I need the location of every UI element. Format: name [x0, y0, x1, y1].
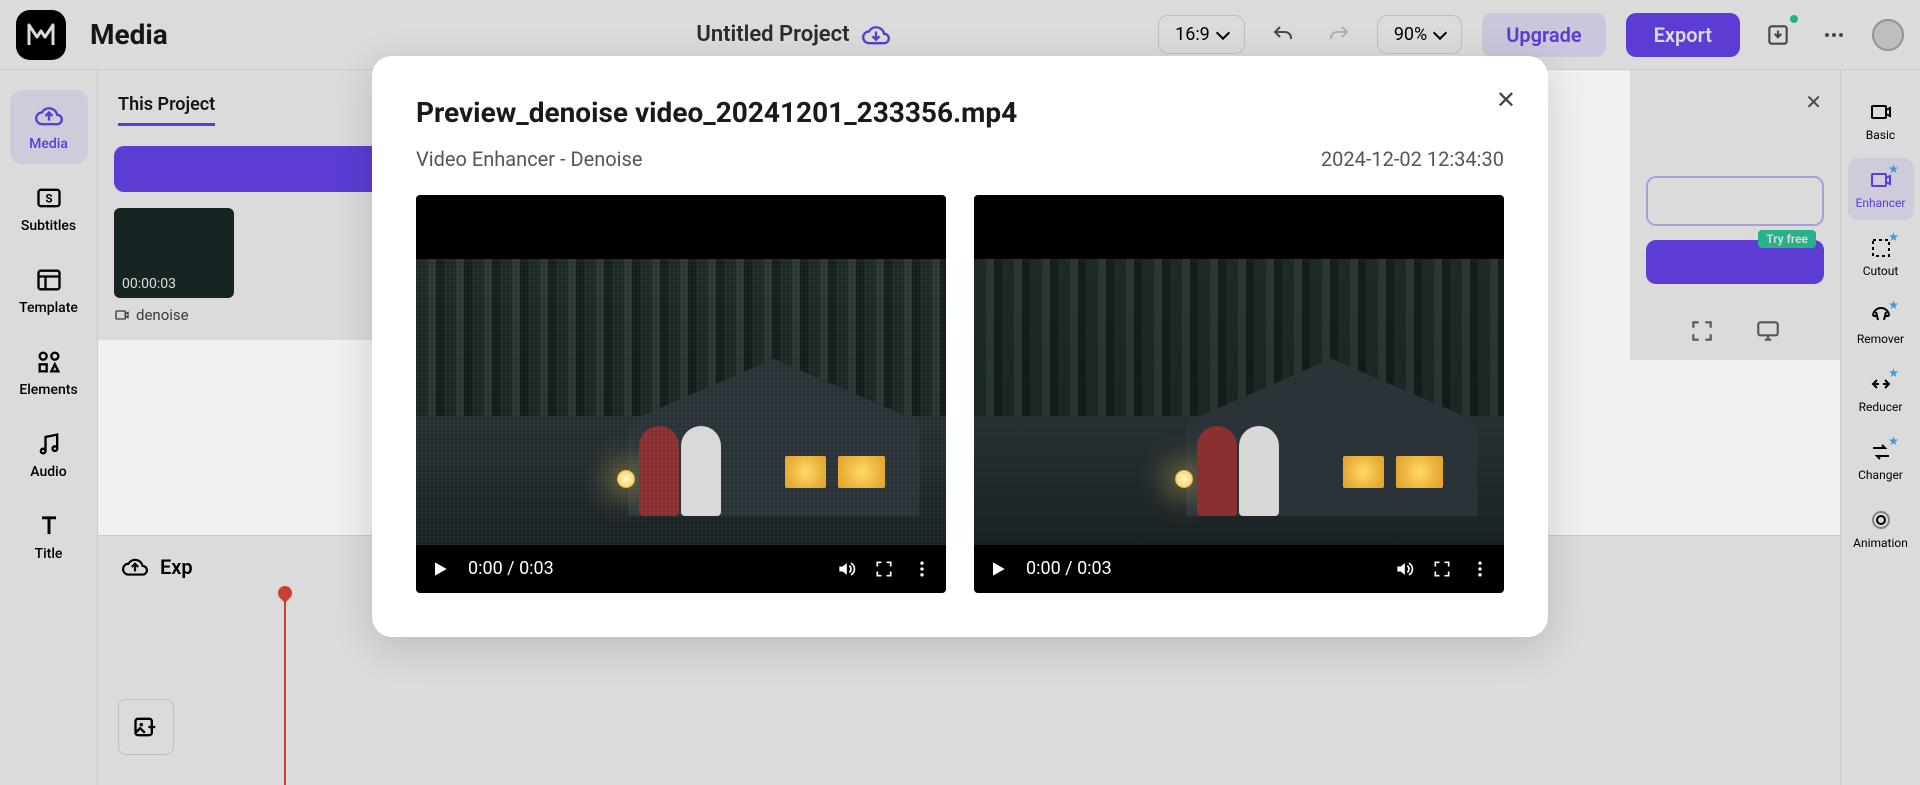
- more-icon[interactable]: [1470, 559, 1490, 579]
- modal-overlay: ✕ Preview_denoise video_20241201_233356.…: [0, 0, 1920, 785]
- play-icon[interactable]: [988, 559, 1008, 579]
- modal-title: Preview_denoise video_20241201_233356.mp…: [416, 96, 1504, 129]
- play-icon[interactable]: [430, 559, 450, 579]
- preview-modal: ✕ Preview_denoise video_20241201_233356.…: [372, 56, 1548, 637]
- volume-icon[interactable]: [1394, 559, 1414, 579]
- modal-subtitle: Video Enhancer - Denoise: [416, 147, 642, 171]
- volume-icon[interactable]: [836, 559, 856, 579]
- fullscreen-icon[interactable]: [874, 559, 894, 579]
- video-controls-left: 0:00 / 0:03: [416, 545, 946, 593]
- fullscreen-icon[interactable]: [1432, 559, 1452, 579]
- video-original[interactable]: 0:00 / 0:03: [416, 195, 946, 593]
- more-icon[interactable]: [912, 559, 932, 579]
- video-time-left: 0:00 / 0:03: [468, 558, 554, 579]
- video-time-right: 0:00 / 0:03: [1026, 558, 1112, 579]
- modal-timestamp: 2024-12-02 12:34:30: [1321, 147, 1504, 171]
- modal-close-button[interactable]: ✕: [1496, 86, 1516, 114]
- video-controls-right: 0:00 / 0:03: [974, 545, 1504, 593]
- video-denoised[interactable]: 0:00 / 0:03: [974, 195, 1504, 593]
